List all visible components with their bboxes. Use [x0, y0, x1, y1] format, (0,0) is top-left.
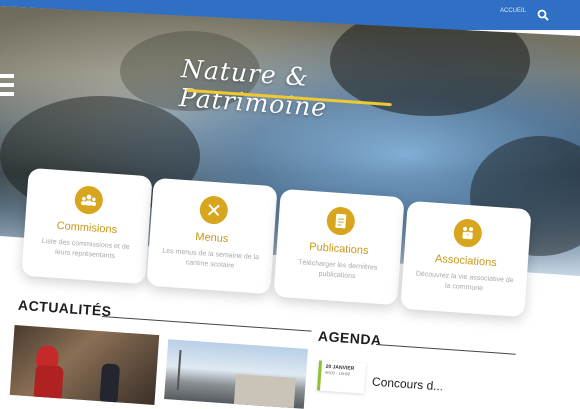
card-title: Associations — [404, 251, 529, 272]
card-title: Menus — [150, 228, 275, 249]
hamburger-menu-icon[interactable] — [0, 74, 14, 102]
agenda-section-title: AGENDA — [318, 328, 383, 348]
news-title-divider — [102, 316, 312, 332]
news-photo-2[interactable] — [164, 339, 308, 409]
agenda-date-box: 20 JANVIER 9H00 - 18H00 — [317, 360, 366, 393]
agenda-event-title[interactable]: Concours d... — [372, 375, 443, 394]
family-icon — [453, 218, 483, 248]
search-icon[interactable] — [536, 8, 550, 22]
top-nav-link[interactable]: ACCUEIL — [500, 8, 526, 14]
card-publications[interactable]: Publications Télécharger les dernières p… — [273, 189, 404, 305]
card-menus[interactable]: Menus Les menus de la semaine de la cant… — [146, 178, 277, 294]
card-title: Publications — [277, 239, 402, 260]
card-description: Liste des commissions et de leurs représ… — [23, 236, 148, 265]
card-description: Découvrez la vie associative de la commu… — [402, 269, 527, 298]
card-associations[interactable]: Associations Découvrez la vie associativ… — [400, 201, 531, 317]
document-icon — [326, 206, 356, 236]
news-photo-1[interactable] — [10, 325, 160, 405]
fork-knife-icon — [199, 195, 229, 225]
agenda-title-divider — [376, 344, 516, 355]
news-section-title: ACTUALITÉS — [18, 297, 113, 319]
people-group-icon — [74, 185, 104, 215]
card-description: Télécharger les dernières publications — [275, 257, 400, 286]
card-title: Commisions — [25, 218, 150, 239]
card-commissions[interactable]: Commisions Liste des commissions et de l… — [21, 168, 152, 284]
card-description: Les menus de la semaine de la cantine sc… — [148, 246, 273, 275]
